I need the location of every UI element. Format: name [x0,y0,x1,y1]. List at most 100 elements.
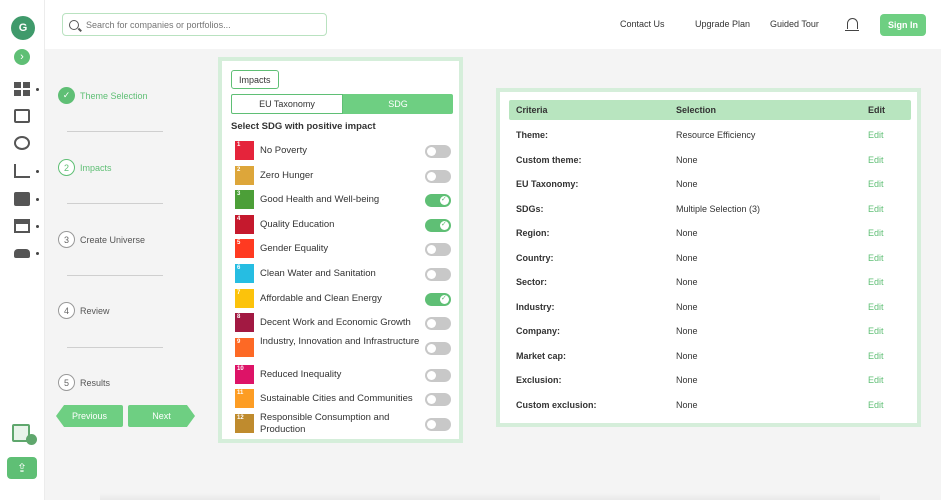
criteria-name: EU Taxonomy: [516,179,579,189]
sdg-toggle-switch[interactable] [425,145,451,158]
guided-tour-link[interactable]: Guided Tour [770,19,819,29]
step-label-impacts[interactable]: Impacts [80,163,112,173]
sdg-toggle-switch[interactable] [425,417,451,431]
edit-link[interactable]: Edit [868,155,884,165]
criteria-row: Custom exclusion: None Edit [509,395,911,415]
submenu-dot [36,88,39,91]
criteria-name: Sector: [516,277,548,287]
submenu-dot [36,170,39,173]
search-box[interactable] [62,13,327,36]
step-label-create-universe[interactable]: Create Universe [80,235,145,245]
tab-eu-taxonomy[interactable]: EU Taxonomy [231,94,343,114]
dashboard-icon[interactable] [14,82,30,96]
edit-link[interactable]: Edit [868,375,884,385]
transport-car-icon[interactable] [14,246,30,260]
edit-link[interactable]: Edit [868,302,884,312]
criteria-row: Theme: Resource Efficiency Edit [509,125,911,145]
sdg-list: 1 No Poverty 2 Zero Hunger 3 Good Health and … [235,139,455,439]
news-icon[interactable] [14,109,30,123]
criteria-table-header: Criteria Selection Edit [509,100,911,120]
sdg-row: 8 Decent Work and Economic Growth [235,311,455,336]
sdg-row: 11 Sustainable Cities and Communities [235,387,455,412]
analytics-chart-icon[interactable] [14,164,30,178]
sdg-toggle-switch[interactable] [425,267,451,281]
sdg-toggle-switch[interactable] [425,368,451,382]
sdg-toggle-switch[interactable] [425,194,451,208]
criteria-row: Sector: None Edit [509,272,911,292]
criteria-name: Exclusion: [516,375,562,385]
step-number-3: 3 [58,231,75,248]
criteria-selection: None [676,228,698,238]
sdg-toggle-switch[interactable] [425,393,451,407]
sdg-toggle-switch[interactable] [425,341,451,355]
sdg-goal-name: Reduced Inequality [260,368,342,380]
expand-sidebar-icon[interactable]: › [14,49,30,65]
edit-link[interactable]: Edit [868,204,884,214]
brand-logo[interactable]: G [11,16,35,40]
search-icon [69,19,79,30]
next-button[interactable]: Next [128,405,195,427]
sdg-goal-name: Quality Education [260,218,335,230]
sdg-row: 5 Gender Equality [235,237,455,262]
criteria-name: Custom exclusion: [516,399,597,410]
criteria-name: Industry: [516,301,555,312]
sdg-goal-name: Affordable and Clean Energy [260,292,382,304]
sdg-goal-icon: 2 [235,165,254,185]
criteria-selection: None [676,326,698,336]
edit-link[interactable]: Edit [868,277,884,287]
step-label-review[interactable]: Review [80,306,110,316]
sdg-toggle-switch[interactable] [425,292,451,306]
criteria-name: SDGs: [516,203,544,214]
criteria-name: Theme: [516,130,549,140]
sdg-heading: Select SDG with positive impact [231,121,376,132]
criteria-row: Industry: None Edit [509,297,911,317]
criteria-row: Exclusion: None Edit [509,370,911,390]
impact-tabs: EU Taxonomy SDG [231,94,453,114]
edit-link[interactable]: Edit [868,253,884,263]
upload-cloud-icon[interactable]: ⇪ [7,457,37,479]
notifications-bell-icon[interactable] [845,18,859,31]
criteria-selection: Multiple Selection (3) [676,203,761,214]
sdg-toggle-switch[interactable] [425,243,451,257]
step-number-2: 2 [58,159,75,176]
edit-link[interactable]: Edit [868,351,884,361]
tab-sdg[interactable]: SDG [343,94,453,114]
esg-leaf-icon[interactable] [14,136,30,150]
step-label-theme-selection[interactable]: Theme Selection [80,91,148,101]
sdg-toggle-switch[interactable] [425,169,451,183]
companies-building-icon[interactable] [14,219,30,233]
sign-in-button[interactable]: Sign In [880,14,926,36]
edit-link[interactable]: Edit [868,326,884,336]
criteria-column-header: Criteria [516,105,548,115]
portfolio-briefcase-icon[interactable] [14,192,30,206]
submenu-dot [36,198,39,201]
sdg-row: 10 Reduced Inequality [235,363,455,388]
sdg-goal-name: Zero Hunger [260,169,314,181]
sdg-toggle-switch[interactable] [425,218,451,232]
step-done-check-icon: ✓ [58,87,75,104]
sdg-row: 2 Zero Hunger [235,164,455,189]
sdg-row: 9 Industry, Innovation and Infrastructure [235,336,455,363]
criteria-name: Company: [516,326,561,336]
edit-link[interactable]: Edit [868,228,884,238]
search-input[interactable] [86,19,316,30]
submenu-dot [36,252,39,255]
sdg-goal-icon: 12 [235,413,254,433]
step-divider [67,203,163,204]
contact-us-link[interactable]: Contact Us [620,19,665,29]
edit-link[interactable]: Edit [868,400,884,410]
sdg-goal-name: Gender Equality [260,243,329,255]
sdg-goal-name: Decent Work and Economic Growth [260,317,411,329]
sdg-goal-icon: 11 [235,389,254,409]
sdg-row: 4 Quality Education [235,213,455,238]
upgrade-plan-link[interactable]: Upgrade Plan [695,19,750,29]
edit-link[interactable]: Edit [868,130,884,140]
step-label-results[interactable]: Results [80,378,110,388]
submenu-dot [36,225,39,228]
previous-button[interactable]: Previous [56,405,123,427]
criteria-selection: None [676,350,698,361]
sdg-row: 3 Good Health and Well-being [235,188,455,213]
criteria-selection: None [676,277,698,287]
sdg-toggle-switch[interactable] [425,317,451,331]
edit-link[interactable]: Edit [868,179,884,189]
